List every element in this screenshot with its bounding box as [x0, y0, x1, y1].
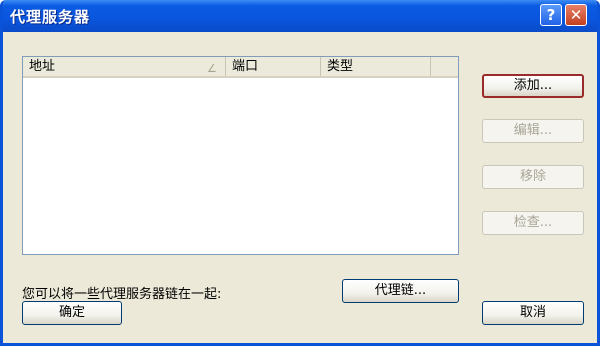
help-button[interactable]: ? [540, 4, 562, 26]
edit-button[interactable]: 编辑... [482, 119, 584, 143]
proxy-list[interactable]: 地址 ∠ 端口 类型 [22, 56, 459, 255]
chain-description: 您可以将一些代理服务器链在一起: [22, 287, 222, 302]
ok-button[interactable]: 确定 [22, 301, 122, 325]
column-header-type[interactable]: 类型 [321, 57, 431, 76]
column-label-address: 地址 [29, 59, 56, 74]
window-title: 代理服务器 [10, 8, 91, 26]
proxy-chain-button[interactable]: 代理链... [342, 279, 459, 303]
title-bar[interactable]: 代理服务器 ? ✕ [3, 0, 597, 32]
sort-indicator-icon: ∠ [207, 62, 217, 75]
add-button[interactable]: 添加... [482, 74, 584, 98]
column-header-port[interactable]: 端口 [226, 57, 321, 76]
cancel-button[interactable]: 取消 [482, 301, 584, 325]
close-button[interactable]: ✕ [565, 4, 587, 26]
column-header-address[interactable]: 地址 ∠ [23, 57, 226, 76]
proxy-dialog: 代理服务器 ? ✕ 地址 ∠ 端口 类型 添加... 编辑... 移除 检查..… [0, 0, 600, 346]
check-button[interactable]: 检查... [482, 211, 584, 235]
remove-button[interactable]: 移除 [482, 165, 584, 189]
list-header: 地址 ∠ 端口 类型 [23, 57, 458, 78]
